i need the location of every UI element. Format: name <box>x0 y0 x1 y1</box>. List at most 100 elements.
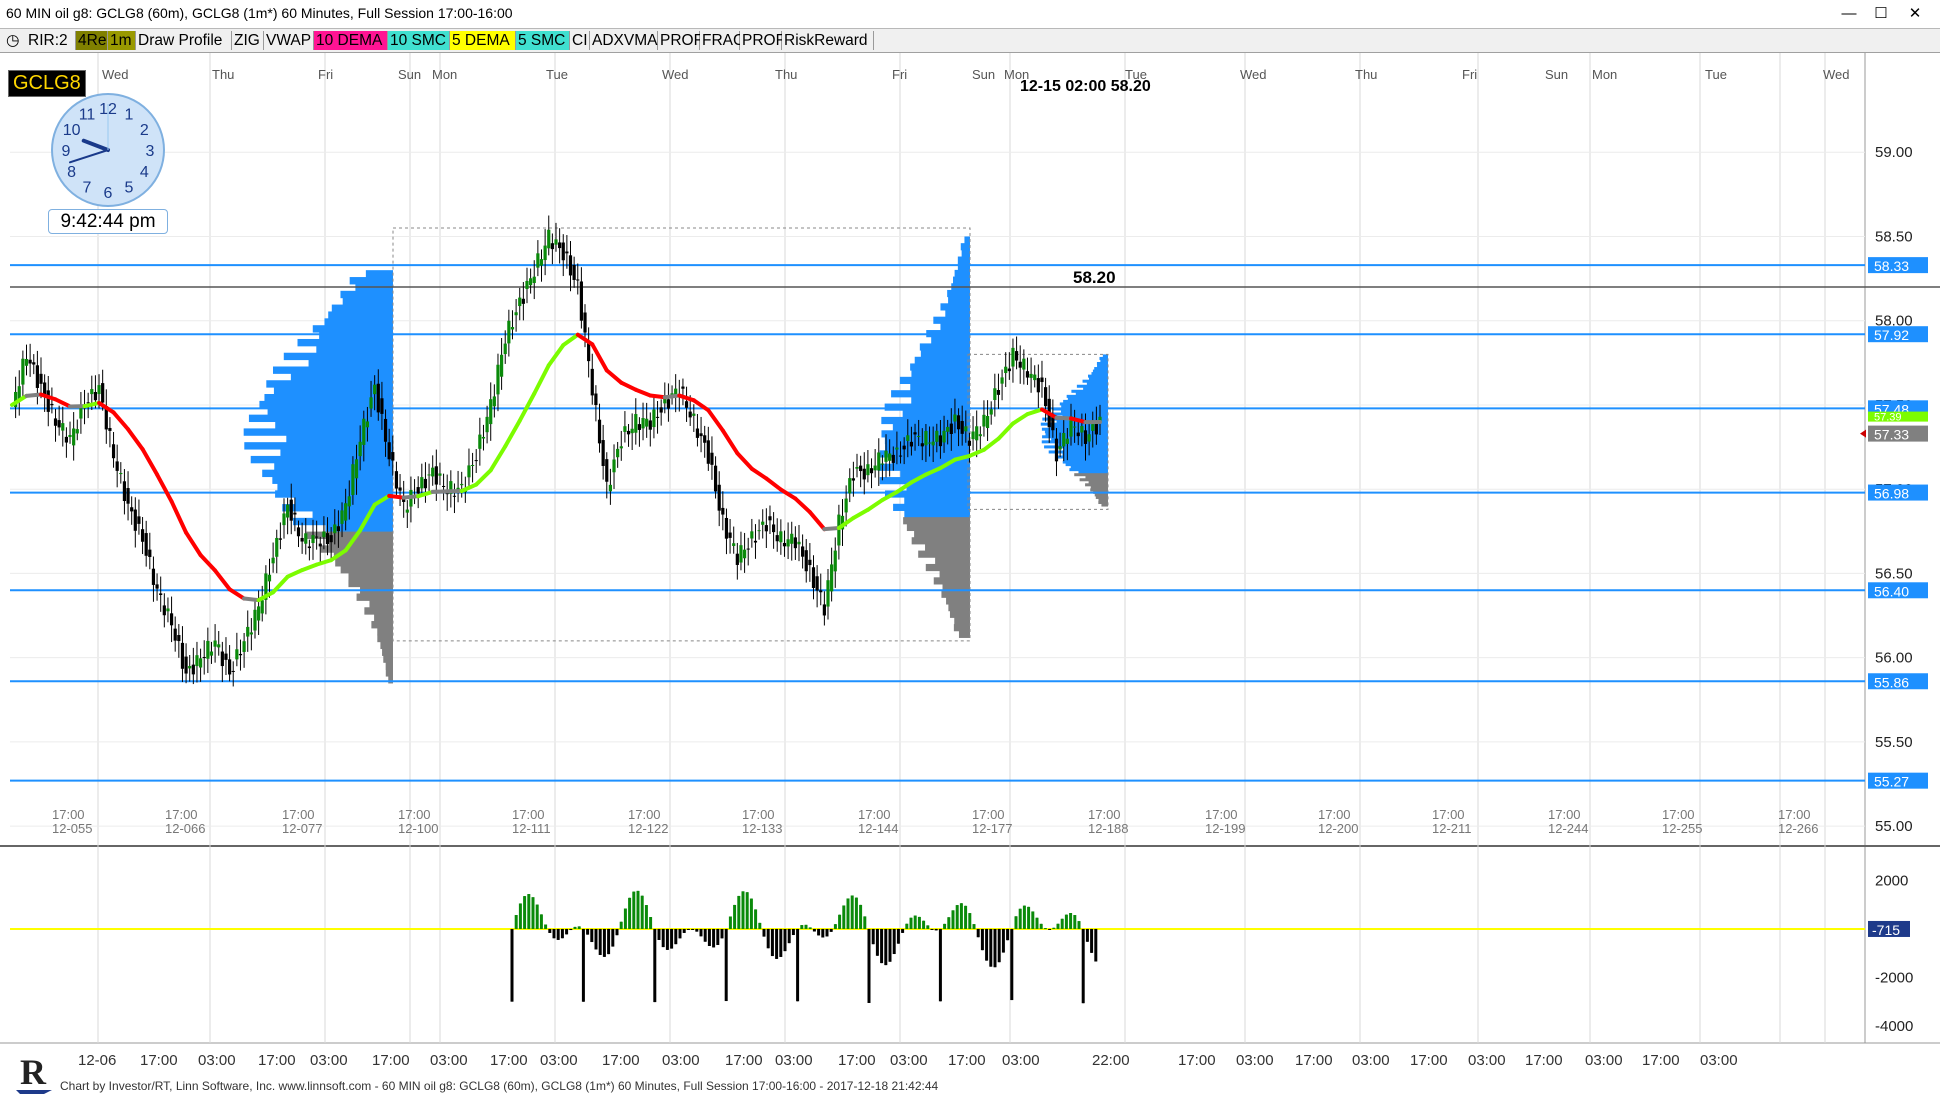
candle-body <box>423 478 428 489</box>
candle-body <box>772 524 776 533</box>
toolbar-button-vwap[interactable]: VWAP <box>264 31 314 50</box>
volume-profile-bar <box>933 316 970 324</box>
candle-body <box>46 390 50 412</box>
osc-bar <box>1064 914 1068 929</box>
candle-body <box>307 546 311 549</box>
close-button[interactable]: ✕ <box>1902 4 1928 24</box>
candle-body <box>561 242 565 261</box>
toolbar-button-4re[interactable]: 4Re <box>76 31 108 50</box>
day-label: Wed <box>102 67 129 82</box>
day-label: Wed <box>662 67 689 82</box>
osc-bar <box>733 904 737 929</box>
volume-profile-bar <box>931 336 970 344</box>
candle-body <box>61 423 65 431</box>
session-time-label: 17:00 <box>742 807 775 822</box>
toolbar-button-ci[interactable]: CI <box>570 31 590 50</box>
candle-body <box>1058 446 1062 450</box>
clock-icon[interactable]: ◷ <box>6 31 20 50</box>
toolbar-button-prof[interactable]: PROF <box>740 31 785 50</box>
candle-body <box>282 513 286 526</box>
osc-bar <box>796 928 800 1002</box>
toolbar-button-prof[interactable]: PROF <box>658 31 703 50</box>
toolbar-button-5-dema[interactable]: 5 DEMA <box>450 31 516 50</box>
osc-bar <box>934 928 938 931</box>
session-time-label: 17:00 <box>165 807 198 822</box>
candle-body <box>28 359 32 364</box>
volume-profile-bar <box>906 483 970 491</box>
osc-bar <box>1022 905 1026 929</box>
toolbar-button-10-dema[interactable]: 10 DEMA <box>314 31 388 50</box>
candle-body <box>452 495 457 497</box>
osc-tick-label: -4000 <box>1875 1018 1913 1035</box>
candle-body <box>115 461 119 471</box>
osc-bar <box>686 928 690 930</box>
osc-bar <box>901 928 905 933</box>
candle-body <box>746 548 750 550</box>
candle-body <box>119 473 123 475</box>
candle-body <box>804 550 808 572</box>
toolbar-button-1m[interactable]: 1m <box>108 31 136 50</box>
candle-body <box>884 450 888 462</box>
candle-body <box>1076 432 1080 437</box>
clock-numeral: 11 <box>79 107 96 124</box>
osc-bar <box>951 910 955 929</box>
volume-profile-bar <box>280 449 393 457</box>
day-label: Fri <box>892 67 907 82</box>
minimize-button[interactable]: — <box>1836 4 1862 24</box>
candle-body <box>394 471 399 489</box>
toolbar-button-10-smc[interactable]: 10 SMC <box>388 31 450 50</box>
candle-body <box>224 653 228 660</box>
candle-body <box>550 243 554 250</box>
session-bar-label: 12-055 <box>52 821 92 836</box>
osc-bar <box>1094 928 1098 962</box>
toolbar-button-frac[interactable]: FRAC <box>700 31 744 50</box>
volume-profile-bar <box>244 442 393 450</box>
session-time-label: 17:00 <box>1778 807 1811 822</box>
toolbar-button-draw-profile[interactable]: Draw Profile <box>136 31 232 50</box>
candle-body <box>601 440 605 466</box>
clock-time: 9:42:44 pm <box>48 209 168 234</box>
session-bar-label: 12-077 <box>282 821 322 836</box>
toolbar-button-5-smc[interactable]: 5 SMC <box>516 31 570 50</box>
time-axis-label: 17:00 <box>490 1052 528 1069</box>
candle-body <box>692 413 696 416</box>
session-bar-label: 12-066 <box>165 821 205 836</box>
day-label: Fri <box>318 67 333 82</box>
candle-body <box>333 524 337 534</box>
candle-body <box>1087 434 1091 442</box>
maximize-button[interactable]: ☐ <box>1868 4 1894 24</box>
volume-profile-bar <box>925 563 970 572</box>
toolbar-button-adxvma[interactable]: ADXVMA <box>590 31 658 50</box>
session-time-label: 17:00 <box>628 807 661 822</box>
volume-profile-bar <box>941 590 970 598</box>
candle-body <box>126 488 130 504</box>
toolbar-button-riskreward[interactable]: RiskReward <box>782 31 874 50</box>
candle-body <box>732 543 736 546</box>
osc-bar <box>880 928 884 964</box>
candle-body <box>438 473 442 476</box>
volume-profile-bar <box>335 559 393 567</box>
candle-body <box>880 463 884 465</box>
volume-profile-bar <box>286 435 393 443</box>
candle-body <box>793 537 797 549</box>
candle-body <box>184 656 188 674</box>
toolbar-button-zig[interactable]: ZIG <box>232 31 264 50</box>
toolbar-button-rir-2[interactable]: RIR:2 <box>26 31 76 50</box>
chart-area[interactable]: Wed Thu Fri Sun Mon Tue Wed Thu Fri Sun Mon Tue Wed T… <box>0 53 1940 1074</box>
osc-bar <box>804 924 808 929</box>
volume-profile-bar <box>910 363 970 371</box>
candle-body <box>231 670 235 672</box>
volume-profile-bar <box>349 277 393 285</box>
candle-body <box>565 251 569 254</box>
candle-body <box>964 426 968 432</box>
candle-body <box>278 538 282 540</box>
osc-bar <box>678 928 682 939</box>
time-axis-label: 17:00 <box>1642 1052 1680 1069</box>
osc-bar <box>728 916 732 929</box>
osc-bar <box>997 928 1001 963</box>
osc-bar <box>611 928 615 947</box>
candle-body <box>985 415 990 429</box>
candle-body <box>318 543 322 547</box>
candle-body <box>329 535 333 543</box>
volume-profile-bar <box>388 676 393 684</box>
